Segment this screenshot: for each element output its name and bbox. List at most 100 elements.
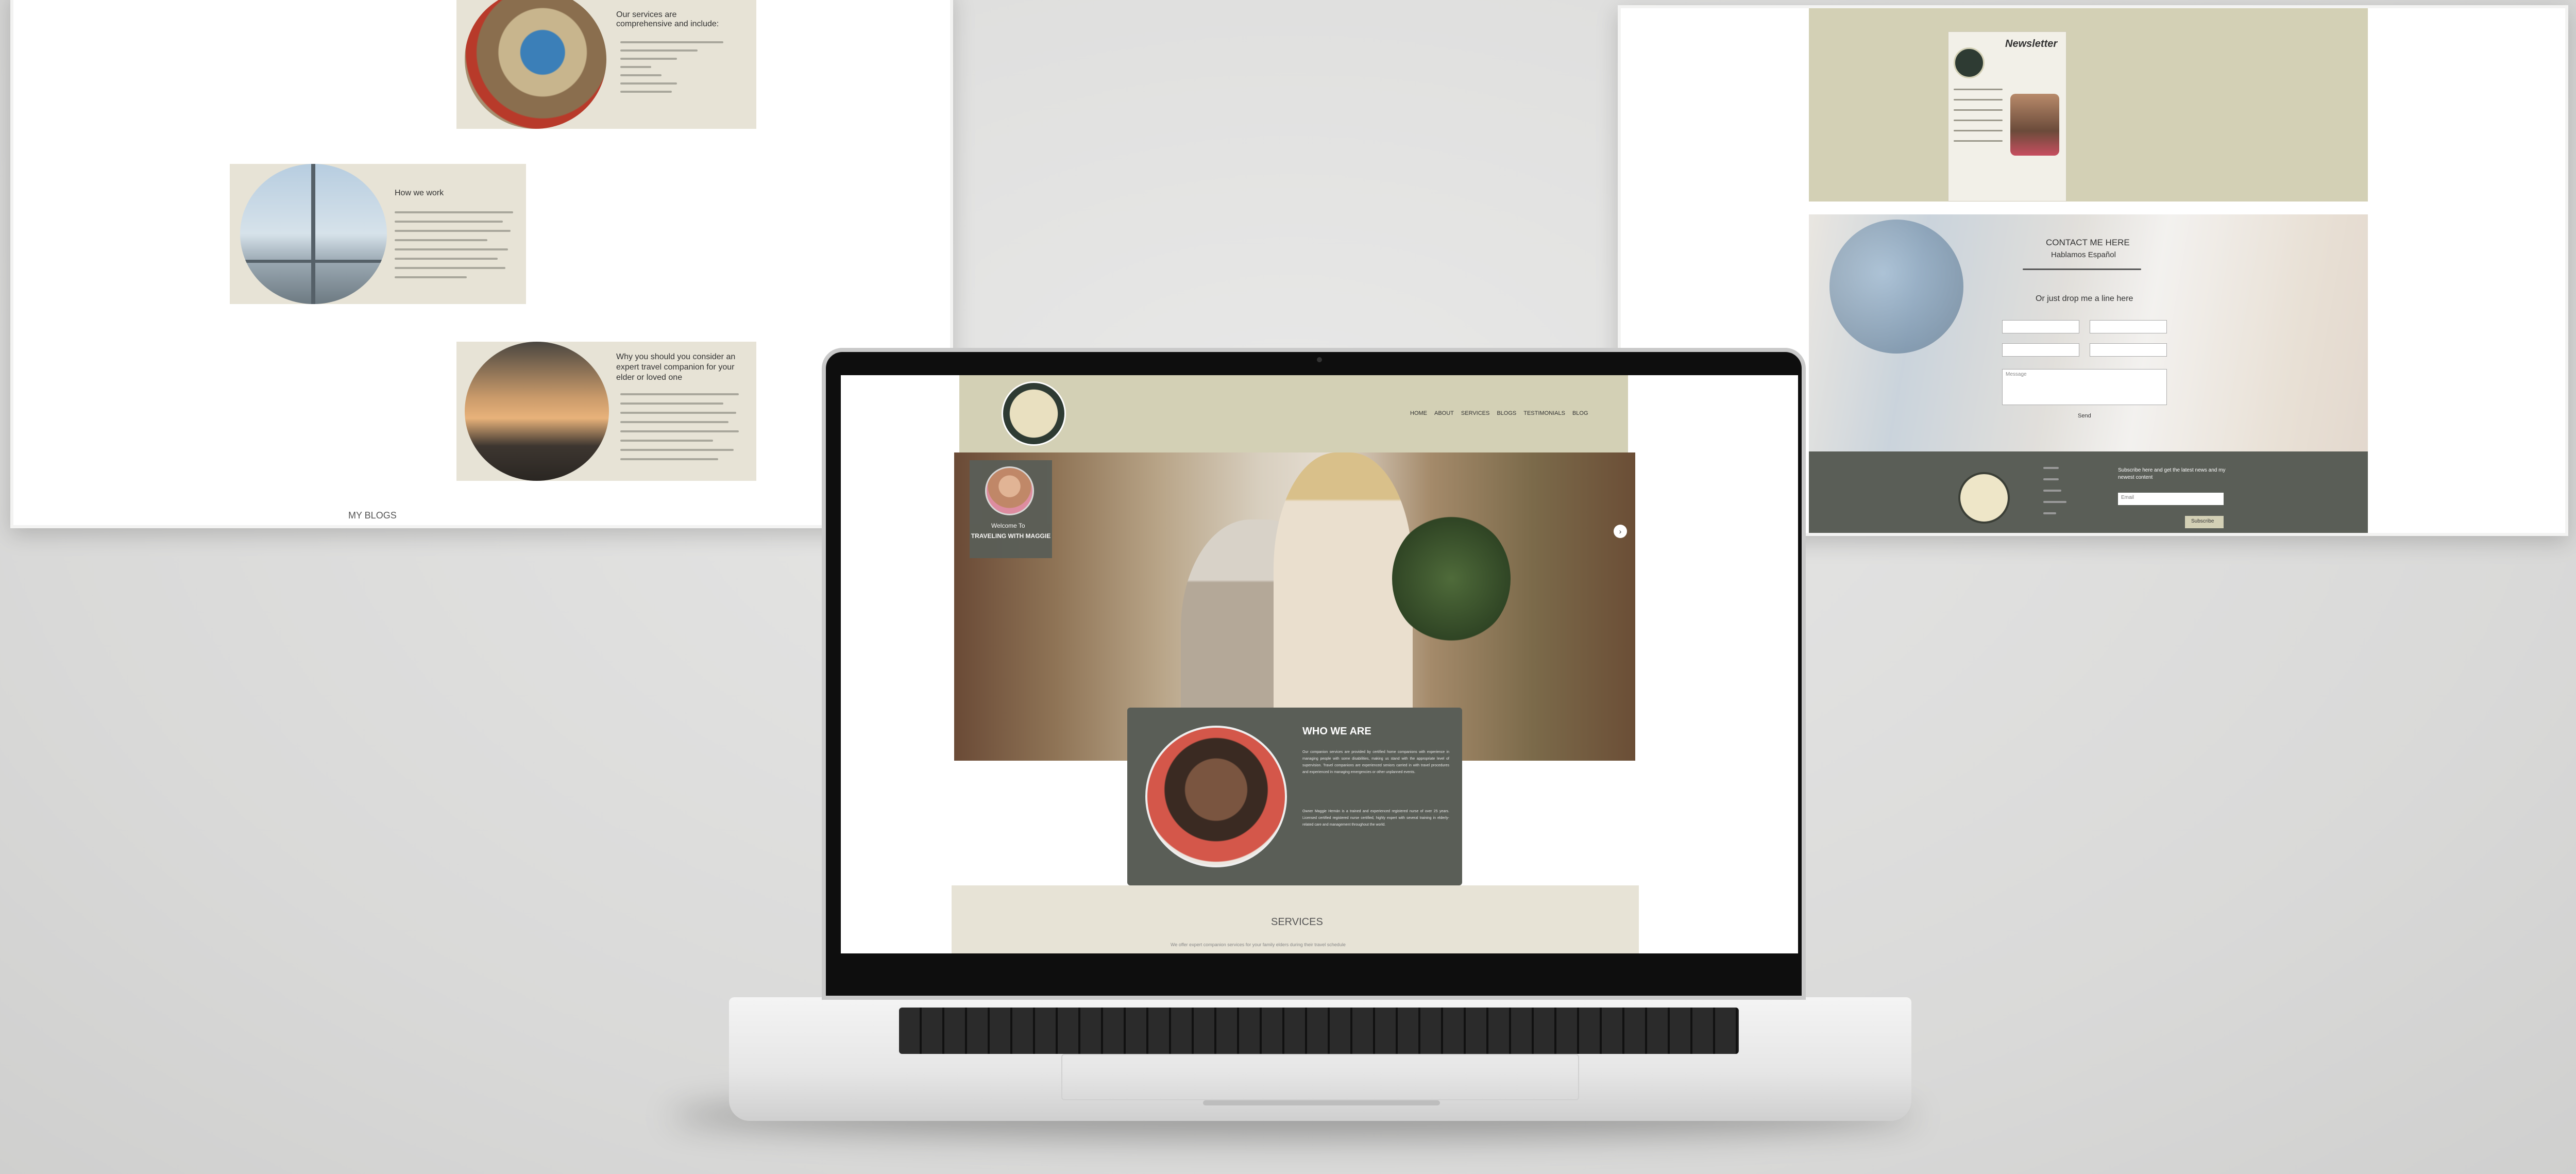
newsletter-title: Newsletter <box>2005 38 2058 49</box>
contact-section: CONTACT ME HERE Hablamos Español Or just… <box>1809 214 2368 451</box>
front-notch <box>1203 1100 1440 1105</box>
text-line <box>620 402 723 405</box>
nav-bar: HOME ABOUT SERVICES BLOGS TESTIMONIALS B… <box>1410 410 1588 416</box>
text-line <box>395 211 513 213</box>
who-paragraph-1: Our companion services are provided by c… <box>1302 750 1449 774</box>
hero-brand: TRAVELING WITH MAGGIE <box>971 532 1051 540</box>
hero-welcome: Welcome To <box>991 522 1025 529</box>
footer-section: Subscribe here and get the latest news a… <box>1809 451 2368 533</box>
laptop-base <box>729 997 1911 1121</box>
subscribe-label: Subscribe <box>2191 518 2214 524</box>
nav-about[interactable]: ABOUT <box>1434 410 1454 416</box>
text-line <box>1954 99 2003 100</box>
why-heading: Why you should you consider an expert tr… <box>616 353 736 382</box>
services-card: Our services are comprehensive and inclu… <box>456 0 756 129</box>
how-heading: How we work <box>395 189 444 197</box>
subscribe-button[interactable]: Subscribe <box>2185 516 2224 528</box>
who-we-are-card: WHO WE ARE Our companion services are pr… <box>1127 708 1462 885</box>
nav-testimonials[interactable]: TESTIMONIALS <box>1523 410 1565 416</box>
services-subtitle: We offer expert companion services for y… <box>1171 942 1346 947</box>
text-line <box>395 239 487 241</box>
keyboard <box>899 1008 1739 1054</box>
phone-field[interactable] <box>2090 343 2167 357</box>
maggie-avatar <box>985 466 1034 515</box>
text-line <box>620 41 723 43</box>
window-photo <box>465 342 609 481</box>
text-line <box>620 49 698 52</box>
laptop-screen: HOME ABOUT SERVICES BLOGS TESTIMONIALS B… <box>841 375 1798 953</box>
text-line <box>1954 120 2003 121</box>
nav-services[interactable]: SERVICES <box>1461 410 1489 416</box>
email-line <box>2023 269 2141 270</box>
services-heading: Our services are comprehensive and inclu… <box>616 10 719 28</box>
globe-bg <box>1829 220 1963 354</box>
newsletter-section: Newsletter <box>1809 8 2368 202</box>
contact-heading: CONTACT ME HERE <box>2046 238 2130 247</box>
nav-blog[interactable]: BLOG <box>1572 410 1588 416</box>
globe-photo <box>465 0 606 129</box>
text-line <box>395 248 508 250</box>
text-line <box>620 66 651 68</box>
site-logo[interactable] <box>1002 381 1066 446</box>
my-blogs-label[interactable]: MY BLOGS <box>348 510 397 521</box>
text-line <box>620 430 739 432</box>
footer-link[interactable] <box>2043 478 2059 480</box>
who-paragraph-2: Owner Maggie Hernán is a trained and exp… <box>1302 810 1449 827</box>
text-line <box>620 458 718 460</box>
text-line <box>620 58 677 60</box>
left-website-panel: Our services are comprehensive and inclu… <box>10 0 953 528</box>
site-header: HOME ABOUT SERVICES BLOGS TESTIMONIALS B… <box>959 375 1628 452</box>
owner-photo <box>1145 726 1287 867</box>
text-line <box>620 421 728 423</box>
why-card: Why you should you consider an expert tr… <box>456 342 756 481</box>
text-line <box>620 449 734 451</box>
services-title: SERVICES <box>1271 916 1323 928</box>
text-line <box>395 258 498 260</box>
text-line <box>1954 89 2003 90</box>
text-line <box>1954 130 2003 131</box>
plant <box>1392 514 1511 643</box>
contact-sub: Hablamos Español <box>2051 250 2116 259</box>
services-section: SERVICES We offer expert companion servi… <box>952 885 1639 953</box>
hero-next-button[interactable]: › <box>1614 525 1627 538</box>
footer-link[interactable] <box>2043 501 2066 503</box>
subscribe-text: Subscribe here and get the latest news a… <box>2118 467 2226 480</box>
newsletter-photo <box>2010 94 2059 156</box>
email-field[interactable] <box>2002 343 2079 357</box>
hero-welcome-card: Welcome To TRAVELING WITH MAGGIE <box>970 460 1052 558</box>
how-we-work-card: How we work <box>230 164 526 304</box>
text-line <box>620 82 677 85</box>
email-placeholder: Email <box>2121 495 2134 500</box>
first-name-field[interactable] <box>2002 320 2079 333</box>
text-line <box>620 74 662 76</box>
message-placeholder: Message <box>2006 372 2027 377</box>
footer-logo <box>1958 472 2010 524</box>
text-line <box>395 230 511 232</box>
text-line <box>620 393 739 395</box>
airport-photo <box>240 164 387 304</box>
text-line <box>1954 109 2003 111</box>
drop-line: Or just drop me a line here <box>2036 294 2133 303</box>
subscribe-email-input[interactable]: Email <box>2118 493 2224 505</box>
who-title: WHO WE ARE <box>1302 726 1371 737</box>
nav-home[interactable]: HOME <box>1410 410 1427 416</box>
trackpad[interactable] <box>1061 1054 1579 1100</box>
newsletter-preview: Newsletter <box>1948 31 2066 202</box>
text-line <box>395 267 505 269</box>
footer-link[interactable] <box>2043 467 2059 469</box>
mockup-stage: Our services are comprehensive and inclu… <box>0 0 2576 1174</box>
text-line <box>620 412 736 414</box>
footer-link[interactable] <box>2043 490 2061 492</box>
nav-blogs[interactable]: BLOGS <box>1497 410 1516 416</box>
text-line <box>395 276 467 278</box>
text-line <box>1954 140 2003 142</box>
laptop-camera <box>1317 357 1322 362</box>
footer-link[interactable] <box>2043 512 2056 514</box>
text-line <box>620 440 713 442</box>
text-line <box>395 221 503 223</box>
text-line <box>620 91 672 93</box>
message-field[interactable]: Message <box>2002 369 2167 405</box>
last-name-field[interactable] <box>2090 320 2167 333</box>
send-button[interactable]: Send <box>2078 413 2091 419</box>
logo-mini <box>1954 47 1985 78</box>
